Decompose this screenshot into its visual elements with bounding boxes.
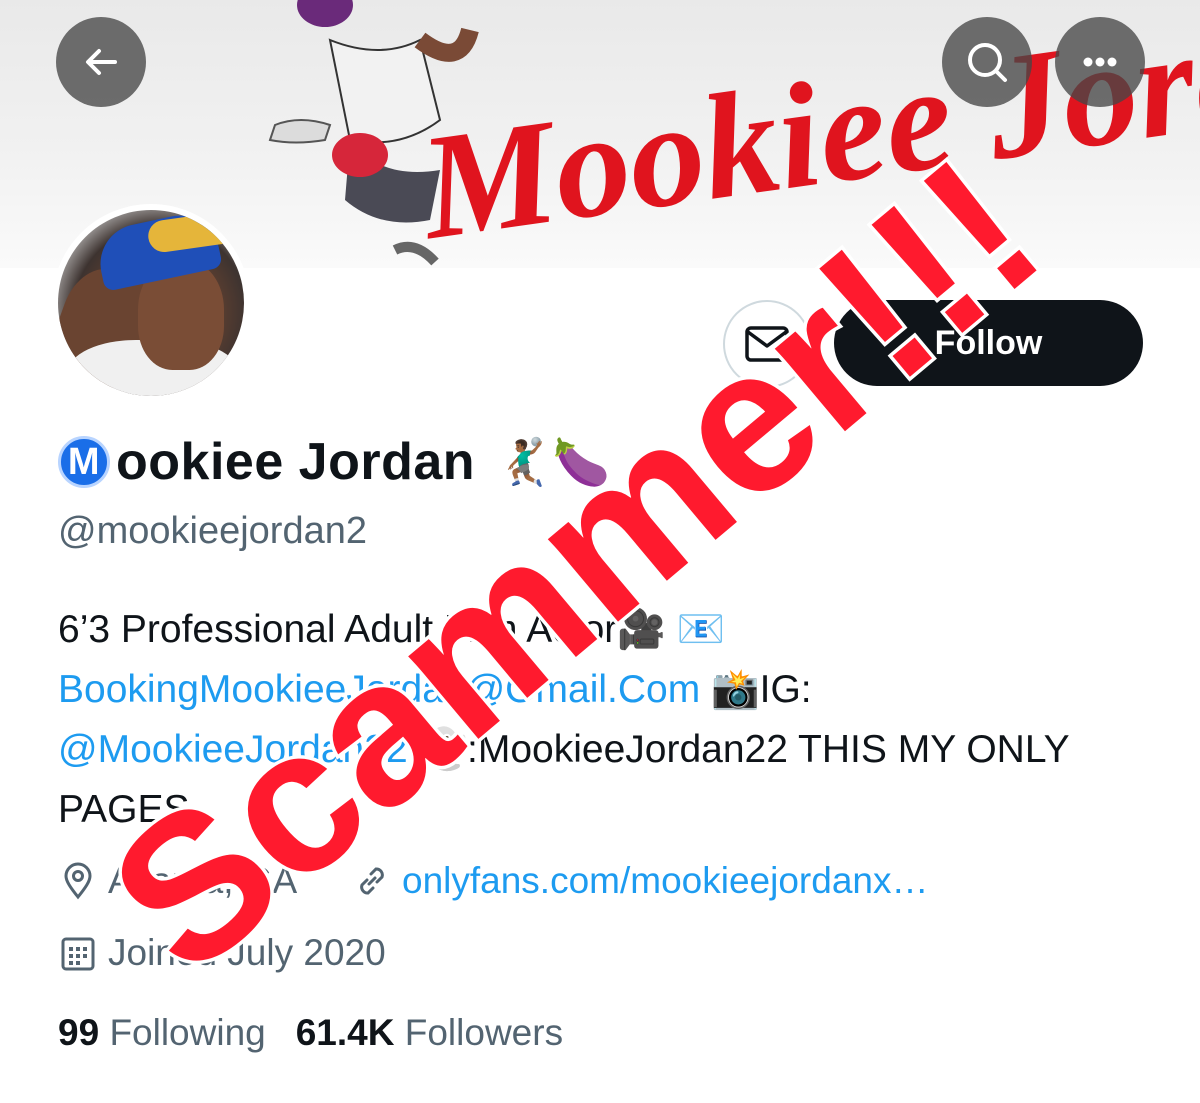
display-name: M ookiee Jordan 🤾🏾‍♂️🍆 [58, 430, 611, 494]
follow-stats: 99 Following 61.4K Followers [58, 1012, 563, 1054]
back-button[interactable] [56, 17, 146, 107]
profile-joined-date: Joined July 2020 [58, 932, 386, 974]
bio-ig-label: 📸IG: [700, 668, 812, 711]
bio-text: 6’3 Professional Adult Film Actor🎥 📧 [58, 608, 726, 651]
search-button[interactable] [942, 17, 1032, 107]
following-count: 99 [58, 1012, 100, 1053]
profile-website[interactable]: onlyfans.com/mookieejordanx… [352, 860, 928, 902]
more-options-button[interactable] [1055, 17, 1145, 107]
arrow-left-icon [86, 49, 117, 75]
followers-count: 61.4K [295, 1012, 395, 1053]
location-pin-icon [64, 862, 92, 900]
bio-email-link[interactable]: BookingMookieeJordan@Gmail.Com [58, 668, 700, 711]
bio-ig-mention[interactable]: @MookieeJordan22 [58, 728, 408, 771]
name-badge: M [58, 436, 110, 488]
message-button[interactable] [723, 300, 811, 388]
joined-text: Joined July 2020 [108, 932, 386, 973]
search-icon [968, 43, 1007, 82]
follow-button[interactable]: Follow [834, 300, 1143, 386]
website-url[interactable]: onlyfans.com/mookieejordanx… [402, 860, 928, 902]
envelope-icon [745, 326, 789, 362]
avatar-photo [58, 210, 244, 396]
user-handle: @mookieejordan2 [58, 510, 367, 552]
more-horizontal-icon [1083, 57, 1117, 67]
followers-label: Followers [404, 1012, 564, 1053]
name-emojis: 🤾🏾‍♂️🍆 [495, 435, 611, 488]
calendar-icon [61, 937, 95, 971]
profile-bio: 6’3 Professional Adult Film Actor🎥 📧 Boo… [58, 600, 1138, 840]
profile-location: Atlanta, GA [58, 860, 297, 902]
location-text: Atlanta, GA [108, 860, 298, 901]
following-stat[interactable]: 99 Following [58, 1012, 266, 1054]
display-name-text: ookiee Jordan [116, 433, 476, 491]
link-icon [360, 867, 384, 895]
following-label: Following [109, 1012, 266, 1053]
profile-avatar[interactable] [52, 204, 250, 402]
followers-stat[interactable]: 61.4K Followers [296, 1012, 563, 1054]
